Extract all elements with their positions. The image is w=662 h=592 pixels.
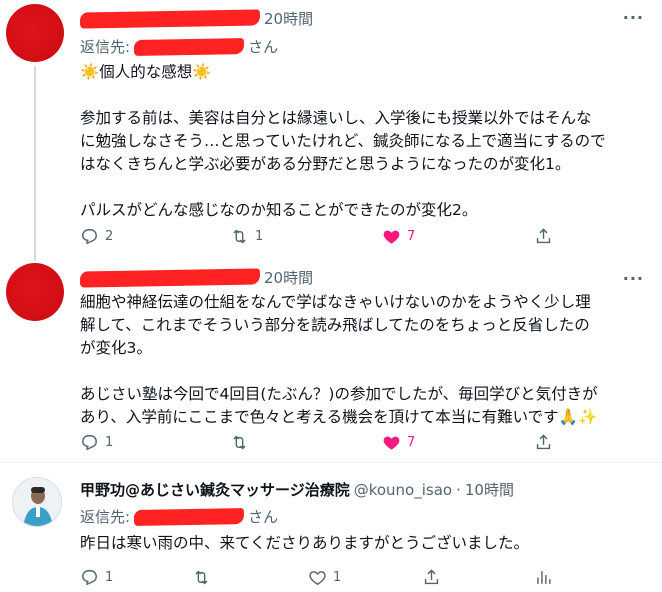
tweet-line-blank [80, 360, 650, 383]
tweet-line: 参加する前は、美容は自分とは縁遠いし、入学後にも授業以外ではそんな [80, 109, 592, 127]
tweet-text: ☀️個人的な感想☀️ 参加する前は、美容は自分とは縁遠いし、入学後にも授業以外で… [80, 61, 650, 222]
tweet-line: に勉強しなさそう…と思っていたけれど、鍼灸師になる上で適当にするので [80, 132, 606, 150]
reply-icon [82, 434, 97, 450]
tweet-line-blank [80, 84, 650, 107]
avatar[interactable] [6, 263, 64, 321]
timestamp[interactable]: 20時間 [264, 8, 313, 29]
more-options-button[interactable]: ··· [623, 269, 644, 288]
like-count: 1 [333, 569, 342, 585]
redacted-reply-handle [133, 37, 245, 56]
tweet-line: ☀️個人的な感想☀️ [80, 63, 212, 81]
share-button[interactable] [534, 222, 553, 250]
share-icon [424, 568, 439, 584]
redacted-reply-handle [133, 507, 245, 526]
share-button[interactable] [534, 428, 553, 456]
share-button[interactable] [422, 563, 441, 591]
analytics-icon [537, 570, 551, 584]
avatar[interactable] [6, 4, 64, 62]
person-photo-icon [13, 478, 61, 526]
reply-to-suffix: さん [248, 38, 279, 56]
tweet-1[interactable]: 20時間 ··· 返信先: さん ☀️個人的な感想☀️ 参加する前は、美容は自分… [0, 0, 662, 256]
tweet-header: 20時間 [79, 8, 313, 29]
reply-count: 2 [105, 228, 114, 244]
tweet-line: あじさい塾は今回で4回目(たぶん？)の参加でしたが、毎回学びと気付きが [80, 385, 598, 403]
reply-button[interactable]: 1 [80, 563, 113, 591]
like-count: 7 [407, 434, 416, 450]
tweet-line: あり、入学前にここまで色々と考える機会を頂けて本当に有難いです🙏✨ [80, 408, 598, 426]
reply-to: 返信先: さん [80, 36, 278, 57]
retweet-count: 1 [255, 228, 264, 244]
reply-count: 1 [105, 434, 114, 450]
tweet-line: 細胞や神経伝達の仕組をなんで学ばなきゃいけないのかをようやく少し理 [80, 293, 591, 311]
reply-to-suffix: さん [248, 508, 279, 526]
share-icon [536, 433, 551, 449]
heart-filled-icon [383, 230, 400, 244]
like-count: 7 [407, 228, 416, 244]
retweet-button[interactable] [192, 563, 217, 591]
tweet-line-blank [80, 176, 650, 199]
reply-icon [82, 569, 97, 585]
tweet-2[interactable]: 20時間 ··· 細胞や神経伝達の仕組をなんで学ばなきゃいけないのかをようやく少… [0, 255, 662, 460]
tweet-actions: 1 1 [72, 563, 562, 591]
tweet-line: パルスがどんな感じなのか知ることができたのが変化2。 [80, 201, 478, 219]
timestamp[interactable]: 10時間 [465, 479, 514, 500]
retweet-icon [233, 435, 246, 449]
like-button[interactable]: 7 [382, 222, 415, 250]
tweet-line: はなくきちんと学ぶ必要がある分野だと思うようになったのが変化1。 [80, 155, 571, 173]
separator-dot: · [456, 480, 461, 499]
display-name[interactable]: 甲野功@あじさい鍼灸マッサージ治療院 [80, 479, 350, 500]
tweet-header: 20時間 [79, 267, 313, 288]
tweet-text: 昨日は寒い雨の中、来てくださりありますがとうございました。 [80, 532, 650, 555]
share-icon [536, 227, 551, 243]
tweet-actions: 2 1 7 [72, 222, 562, 250]
timestamp[interactable]: 20時間 [264, 267, 313, 288]
tweet-3[interactable]: 甲野功@あじさい鍼灸マッサージ治療院 @kouno_isao · 10時間 返信… [0, 463, 662, 592]
tweet-actions: 1 7 [72, 428, 562, 456]
more-options-button[interactable]: ··· [623, 8, 644, 27]
retweet-icon [195, 570, 208, 584]
reply-count: 1 [105, 569, 114, 585]
retweet-icon [233, 229, 246, 243]
tweet-line: が変化3。 [80, 339, 152, 357]
thread-line [34, 66, 36, 256]
redacted-name [79, 8, 261, 29]
like-button[interactable]: 7 [382, 428, 415, 456]
tweet-line: 解して、これまでそういう部分を読み飛ばしてたのをちょっと反省したの [80, 316, 590, 334]
avatar[interactable] [12, 477, 62, 527]
heart-filled-icon [383, 436, 400, 450]
reply-to-prefix: 返信先: [80, 508, 131, 526]
reply-icon [82, 228, 97, 244]
retweet-button[interactable] [230, 428, 255, 456]
reply-button[interactable]: 1 [80, 428, 113, 456]
tweet-header: 甲野功@あじさい鍼灸マッサージ治療院 @kouno_isao · 10時間 [80, 479, 514, 500]
tweet-text: 細胞や神経伝達の仕組をなんで学ばなきゃいけないのかをようやく少し理 解して、これ… [80, 291, 650, 429]
reply-to: 返信先: さん [80, 506, 278, 527]
reply-to-prefix: 返信先: [80, 38, 131, 56]
tweet-line: 昨日は寒い雨の中、来てくださりありますがとうございました。 [80, 534, 530, 552]
like-button[interactable]: 1 [308, 563, 341, 591]
redacted-name [79, 267, 261, 288]
analytics-button[interactable] [534, 563, 553, 591]
user-handle[interactable]: @kouno_isao [354, 481, 452, 499]
reply-button[interactable]: 2 [80, 222, 113, 250]
retweet-button[interactable]: 1 [230, 222, 263, 250]
heart-icon [309, 570, 326, 585]
thread-line [34, 255, 36, 261]
